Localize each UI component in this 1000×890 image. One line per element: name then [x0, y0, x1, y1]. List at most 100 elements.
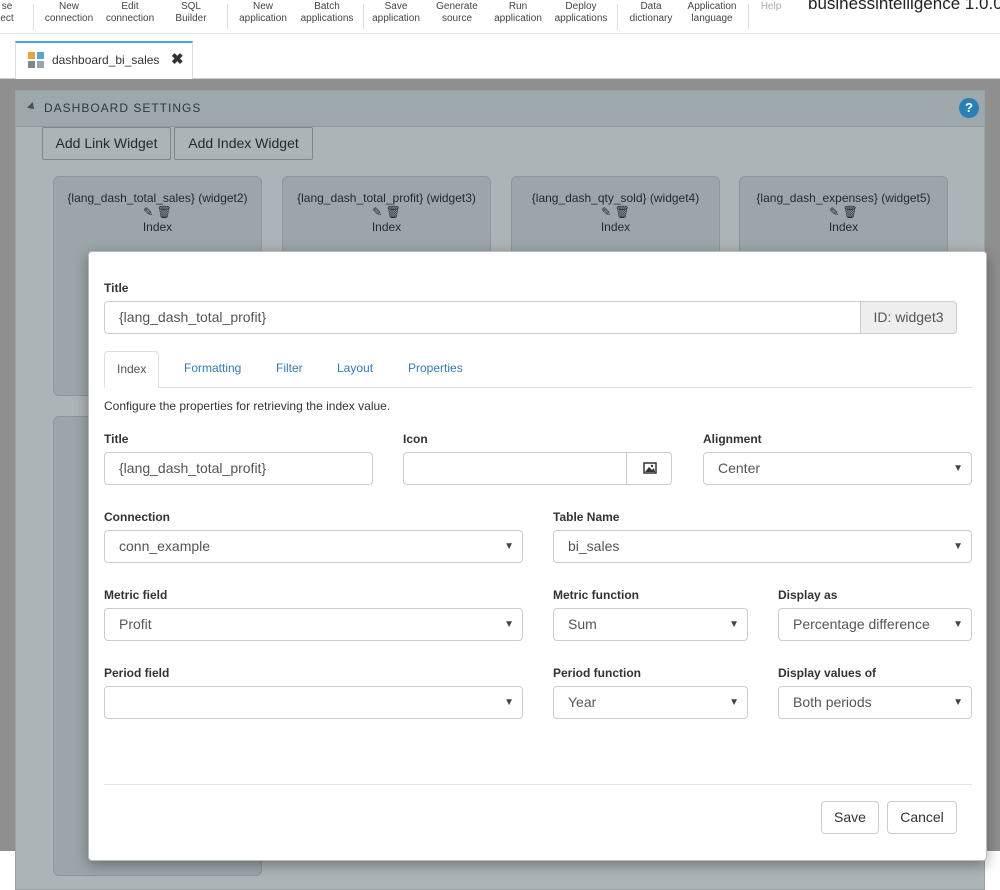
- metric-field-select[interactable]: Profit ▼: [104, 608, 523, 641]
- toolbar-label: application: [239, 13, 287, 24]
- trash-icon[interactable]: 🗑: [386, 205, 401, 219]
- table-name-select[interactable]: bi_sales ▼: [553, 530, 972, 563]
- add-index-widget-button[interactable]: Add Index Widget: [174, 127, 313, 160]
- toolbar-generate-source-button[interactable]: Generate source: [430, 0, 484, 34]
- widget-settings-modal: Title {lang_dash_total_profit} ID: widge…: [88, 251, 987, 861]
- trash-icon[interactable]: 🗑: [615, 205, 630, 219]
- toolbar-run-application-button[interactable]: Run application: [490, 0, 546, 34]
- help-icon[interactable]: ?: [959, 98, 979, 118]
- toolbar-label: Application: [687, 1, 737, 12]
- toolbar-sql-builder-button[interactable]: SQL Builder: [165, 0, 217, 34]
- image-icon: [643, 462, 657, 474]
- display-values-of-value: Both periods: [793, 694, 872, 710]
- widget-title: {lang_dash_qty_sold} (widget4): [531, 191, 700, 205]
- widget-actions: ✎ 🗑: [740, 205, 947, 219]
- toolbar-label: Batch: [314, 1, 340, 12]
- trash-icon[interactable]: 🗑: [843, 205, 858, 219]
- metric-function-label: Metric function: [553, 588, 639, 602]
- toolbar-label: source: [441, 13, 472, 24]
- toolbar-label: Data: [640, 1, 662, 12]
- tab-formatting[interactable]: Formatting: [172, 351, 253, 388]
- toolbar-label: Generate: [436, 1, 478, 12]
- alignment-value: Center: [718, 460, 761, 476]
- tab-index[interactable]: Index: [104, 351, 160, 388]
- tab-filter[interactable]: Filter: [264, 351, 315, 388]
- modal-footer-divider: [104, 784, 972, 785]
- period-function-value: Year: [568, 694, 597, 710]
- widget-type: Index: [828, 220, 859, 234]
- toolbar-label: connection: [44, 13, 94, 24]
- icon-input[interactable]: [403, 452, 627, 485]
- top-toolbar: se ect New connection Edit connection SQL Bu…: [0, 0, 1000, 34]
- widget-id-addon: ID: widget3: [860, 301, 957, 334]
- toolbar-batch-applications-button[interactable]: Batch applications: [296, 0, 358, 34]
- dropdown-arrow-icon: ▼: [729, 697, 739, 708]
- toolbar-label: dictionary: [629, 13, 673, 24]
- widget-type: Index: [142, 220, 173, 234]
- toolbar-data-dictionary-button[interactable]: Data dictionary: [624, 0, 678, 34]
- connection-select[interactable]: conn_example ▼: [104, 530, 523, 563]
- pencil-icon[interactable]: ✎: [601, 205, 611, 219]
- toolbar-label: Save: [384, 1, 408, 12]
- widget-title: {lang_dash_total_sales} (widget2): [67, 191, 248, 205]
- toolbar-save-application-button[interactable]: Save application: [369, 0, 423, 34]
- tab-layout[interactable]: Layout: [325, 351, 385, 388]
- pencil-icon[interactable]: ✎: [143, 205, 153, 219]
- toolbar-divider: [33, 4, 34, 30]
- metric-function-select[interactable]: Sum ▼: [553, 608, 748, 641]
- close-icon[interactable]: ✖: [171, 50, 184, 68]
- dashboard-settings-title: DASHBOARD SETTINGS: [44, 101, 202, 115]
- dropdown-arrow-icon: ▼: [504, 541, 514, 552]
- widget-actions: ✎ 🗑: [54, 205, 261, 219]
- toolbar-label: Edit: [121, 1, 139, 12]
- widget-title-input[interactable]: {lang_dash_total_profit}: [104, 301, 861, 334]
- index-title-label: Title: [104, 432, 129, 446]
- period-function-select[interactable]: Year ▼: [553, 686, 748, 719]
- tab-properties[interactable]: Properties: [396, 351, 475, 388]
- icon-label: Icon: [403, 432, 428, 446]
- index-title-input[interactable]: {lang_dash_total_profit}: [104, 452, 373, 485]
- tab-description: Configure the properties for retrieving …: [104, 399, 391, 413]
- pencil-icon[interactable]: ✎: [829, 205, 839, 219]
- display-values-of-label: Display values of: [778, 666, 877, 680]
- tab-dashboard-bi-sales[interactable]: dashboard_bi_sales ✖: [15, 41, 193, 79]
- toolbar-divider: [227, 4, 228, 30]
- alignment-label: Alignment: [703, 432, 762, 446]
- connection-value: conn_example: [119, 538, 211, 554]
- pencil-icon[interactable]: ✎: [372, 205, 382, 219]
- add-link-widget-button[interactable]: Add Link Widget: [42, 127, 171, 160]
- toolbar-application-language-button[interactable]: Application language: [684, 0, 740, 34]
- dashboard-settings-header[interactable]: DASHBOARD SETTINGS ?: [16, 91, 984, 127]
- toolbar-label: language: [691, 13, 733, 24]
- trash-icon[interactable]: 🗑: [157, 205, 172, 219]
- toolbar-edit-connection-button[interactable]: Edit connection: [101, 0, 159, 34]
- toolbar-deploy-applications-button[interactable]: Deploy applications: [550, 0, 612, 34]
- connection-label: Connection: [104, 510, 170, 524]
- display-values-of-select[interactable]: Both periods ▼: [778, 686, 972, 719]
- toolbar-new-connection-button[interactable]: New connection: [40, 0, 98, 34]
- dashboard-icon: [28, 52, 44, 68]
- icon-picker-button[interactable]: [626, 452, 672, 485]
- toolbar-divider: [363, 4, 364, 30]
- toolbar-label: applications: [554, 13, 608, 24]
- period-field-select[interactable]: ▼: [104, 686, 523, 719]
- toolbar-label: application: [494, 13, 542, 24]
- cancel-button[interactable]: Cancel: [887, 801, 957, 834]
- toolbar-label: connection: [105, 13, 155, 24]
- widget-type: Index: [371, 220, 402, 234]
- display-as-select[interactable]: Percentage difference ▼: [778, 608, 972, 641]
- toolbar-new-application-button[interactable]: New application: [234, 0, 292, 34]
- dropdown-arrow-icon: ▼: [953, 619, 963, 630]
- metric-field-label: Metric field: [104, 588, 168, 602]
- dropdown-arrow-icon: ▼: [729, 619, 739, 630]
- toolbar-label: New: [252, 1, 273, 12]
- save-button[interactable]: Save: [821, 801, 879, 834]
- alignment-select[interactable]: Center ▼: [703, 452, 972, 485]
- display-as-label: Display as: [778, 588, 838, 602]
- title-label: Title: [104, 281, 129, 295]
- toolbar-select-project-button[interactable]: se ect: [0, 0, 16, 34]
- tab-bar: dashboard_bi_sales ✖: [0, 34, 1000, 79]
- toolbar-help-button[interactable]: Help: [756, 0, 786, 34]
- dropdown-arrow-icon: ▼: [504, 619, 514, 630]
- metric-function-value: Sum: [568, 616, 597, 632]
